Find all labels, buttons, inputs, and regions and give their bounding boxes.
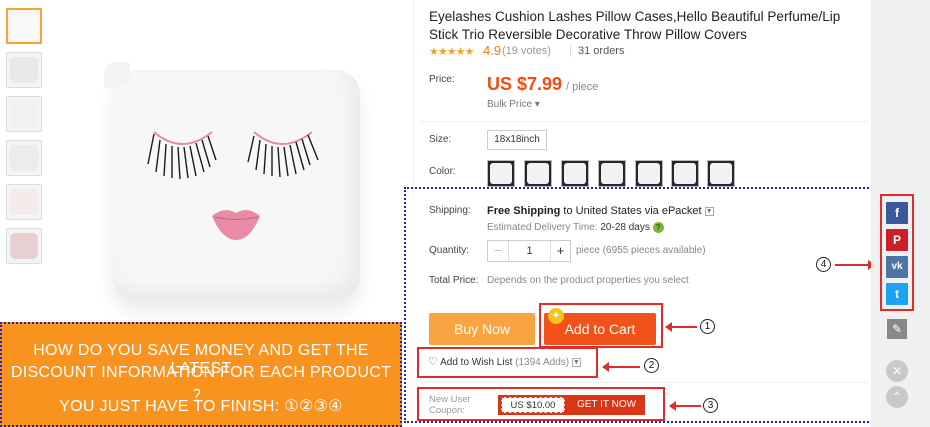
votes-link[interactable]: (19 votes) <box>502 45 551 57</box>
pinterest-icon[interactable]: P <box>886 229 908 251</box>
product-title: Eyelashes Cushion Lashes Pillow Cases,He… <box>429 9 841 42</box>
product-main-image[interactable] <box>50 0 406 320</box>
coupon-label: New User Coupon: <box>429 394 471 416</box>
marker-1: 1 <box>700 319 715 334</box>
color-swatch-4[interactable] <box>598 160 626 187</box>
coupon-amount: US $10.00 <box>501 397 565 413</box>
wishlist-count: (1394 Adds) <box>515 357 570 368</box>
size-label: Size: <box>429 134 452 145</box>
buy-now-button[interactable]: Buy Now <box>429 313 535 345</box>
color-swatch-1[interactable] <box>487 160 515 187</box>
color-swatch-6[interactable] <box>671 160 699 187</box>
wishlist-label: Add to Wish List <box>440 357 513 368</box>
price-value: US $7.99 <box>487 74 563 94</box>
thumbnail-1[interactable] <box>6 8 42 44</box>
rating-value: 4.9 <box>483 43 502 58</box>
shipping-label: Shipping: <box>429 205 471 216</box>
coupon-widget: US $10.00 GET IT NOW <box>498 395 645 415</box>
marker-2: 2 <box>644 358 659 373</box>
thumbnail-6[interactable] <box>6 228 42 264</box>
decrease-button[interactable]: − <box>488 241 508 261</box>
star-rating-icon: ★★★★★ <box>429 46 474 58</box>
column-divider <box>413 0 414 195</box>
color-swatch-3[interactable] <box>561 160 589 187</box>
quantity-input[interactable]: 1 <box>508 241 550 261</box>
back-to-top-icon[interactable]: ⌃ <box>886 386 908 408</box>
thumbnail-5[interactable] <box>6 184 42 220</box>
size-option[interactable]: 18x18inch <box>487 130 547 150</box>
twitter-icon[interactable]: t <box>886 283 908 305</box>
thumbnail-3[interactable] <box>6 96 42 132</box>
bulk-price-dropdown[interactable]: Bulk Price ▾ <box>487 99 540 110</box>
lashes-lips-graphic <box>147 131 319 240</box>
banner-line-3: YOU JUST HAVE TO FINISH: ①②③④ <box>59 398 343 415</box>
chevron-down-icon[interactable]: ▼ <box>571 357 581 367</box>
free-shipping-text: Free Shipping <box>487 205 561 217</box>
delivery-time-value: 20-28 days <box>600 222 650 234</box>
facebook-icon[interactable]: f <box>886 202 908 224</box>
total-price-label: Total Price: <box>429 275 479 286</box>
help-icon[interactable]: ? <box>652 222 664 233</box>
quantity-stepper: − 1 + <box>487 240 571 262</box>
stock-availability: piece (6955 pieces available) <box>576 245 706 256</box>
orders-count: 31 orders <box>578 45 625 57</box>
pillow-illustration <box>104 62 360 300</box>
color-label: Color: <box>429 166 456 177</box>
arrow-1 <box>665 322 697 332</box>
chevron-down-icon[interactable]: ▼ <box>704 206 714 216</box>
divider <box>420 121 868 122</box>
delivery-time-label: Estimated Delivery Time: <box>487 222 598 234</box>
thumbnail-4[interactable] <box>6 140 42 176</box>
price-unit: / piece <box>566 81 599 93</box>
shipping-destination: to United States via ePacket <box>560 205 702 217</box>
marker-4: 4 <box>816 257 831 272</box>
color-swatch-5[interactable] <box>635 160 663 187</box>
close-icon[interactable]: ✕ <box>886 360 908 382</box>
arrow-3 <box>669 401 701 411</box>
header-divider <box>570 45 571 57</box>
color-swatch-7[interactable] <box>707 160 735 187</box>
arrow-4 <box>835 260 875 270</box>
vk-icon[interactable]: vk <box>886 256 908 278</box>
promo-banner: HOW DO YOU SAVE MONEY AND GET THE LATEST… <box>0 322 402 427</box>
callout-box-1 <box>539 303 663 348</box>
heart-icon: ♡ <box>428 356 438 368</box>
quantity-label: Quantity: <box>429 245 470 256</box>
thumbnail-2[interactable] <box>6 52 42 88</box>
arrow-2 <box>602 362 640 372</box>
total-price-value: Depends on the product properties you se… <box>487 275 689 286</box>
shipping-method[interactable]: Free Shipping to United States via ePack… <box>487 205 714 217</box>
price-label: Price: <box>429 74 455 85</box>
get-coupon-button[interactable]: GET IT NOW <box>568 395 645 415</box>
marker-3: 3 <box>703 398 718 413</box>
edit-icon[interactable]: ✎ <box>887 319 907 339</box>
add-to-wishlist-link[interactable]: ♡ Add to Wish List (1394 Adds) ▼ <box>428 355 581 368</box>
color-swatch-2[interactable] <box>524 160 552 187</box>
divider <box>420 382 868 383</box>
delivery-time: Estimated Delivery Time: 20-28 days ? <box>487 222 664 233</box>
increase-button[interactable]: + <box>550 241 570 261</box>
